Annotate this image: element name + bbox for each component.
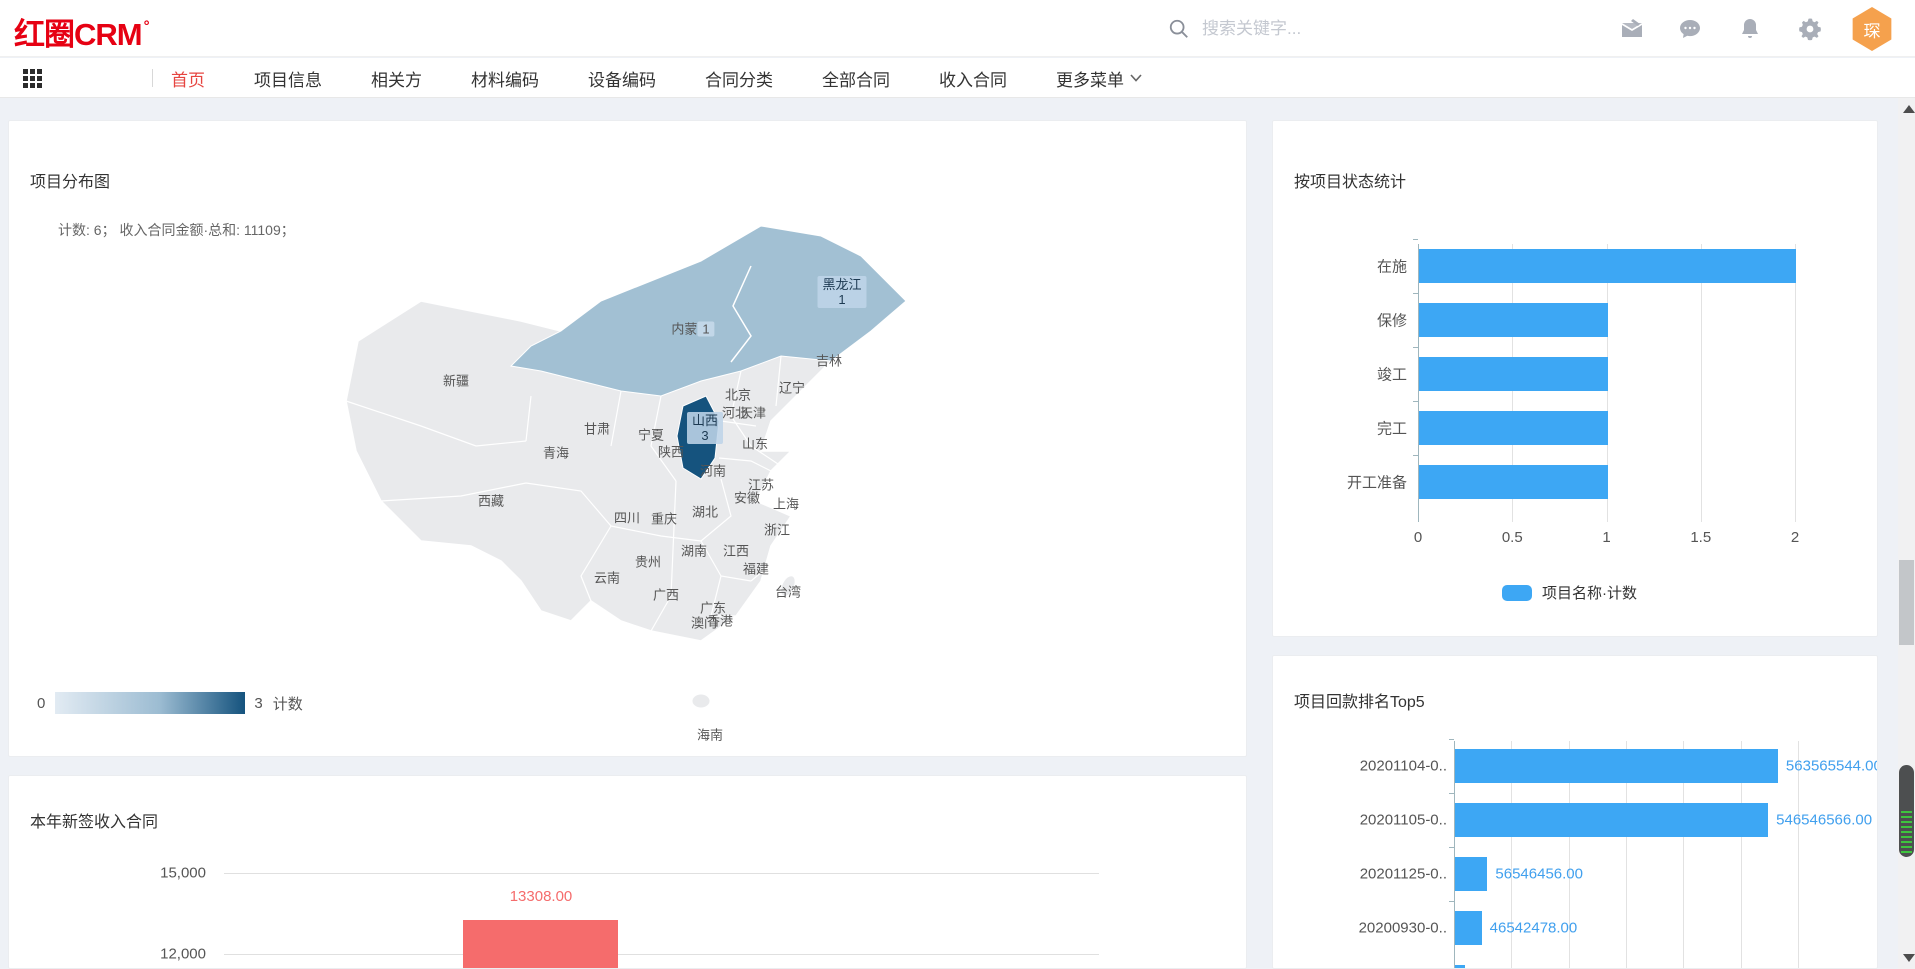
bell-icon[interactable] [1738, 17, 1762, 41]
app-header: 红圈CRM° 琛 [0, 0, 1915, 57]
top5-category: 20201104-0.. [1360, 758, 1447, 775]
gear-icon[interactable] [1798, 17, 1822, 41]
nav-divider [152, 69, 153, 87]
logo-degree-mark: ° [144, 18, 149, 35]
year-bar-value: 13308.00 [510, 888, 573, 905]
main-nav: 首页 项目信息 相关方 材料编码 设备编码 合同分类 全部合同 收入合同 更多菜单 [0, 58, 1915, 98]
top5-gridline [1798, 741, 1799, 969]
top5-value: 546546566.00 [1776, 812, 1872, 829]
year-gridline [224, 954, 1099, 955]
status-xtick: 0 [1414, 529, 1422, 546]
top5-tick [1449, 739, 1454, 740]
map-card-subtitle: 计数: 6； 收入合同金额·总和: 11109； [58, 220, 295, 240]
card-project-map: 项目分布图 计数: 6； 收入合同金额·总和: 11109； 黑龙江1内蒙1吉林… [8, 120, 1247, 757]
card-status-stats: 按项目状态统计 0 0.5 1 1.5 2 在施保修竣工完工开工准备 项目名称·计数 [1272, 120, 1878, 637]
chat-icon[interactable] [1678, 17, 1702, 41]
nav-item-income-contracts[interactable]: 收入合同 [939, 66, 1007, 91]
status-category: 保修 [1377, 310, 1407, 331]
top5-bar[interactable] [1455, 911, 1482, 945]
status-bar[interactable] [1419, 357, 1608, 391]
nav-item-more-menu[interactable]: 更多菜单 [1056, 66, 1142, 91]
status-tick [1413, 347, 1418, 348]
status-chart-legend[interactable]: 项目名称·计数 [1502, 582, 1637, 603]
search-icon[interactable] [1168, 18, 1190, 40]
map-legend-gradient[interactable] [55, 692, 245, 714]
card-year-contract: 本年新签收入合同 15,000 12,000 13308.00 [8, 775, 1247, 969]
nav-item-all-contracts[interactable]: 全部合同 [822, 66, 890, 91]
chevron-down-icon [1130, 74, 1142, 82]
map-region-hainan [692, 694, 710, 708]
status-bar[interactable] [1419, 303, 1608, 337]
scrollbar-down-arrow[interactable] [1903, 954, 1915, 962]
nav-item-material-code[interactable]: 材料编码 [471, 66, 539, 91]
year-ytick: 12,000 [136, 946, 206, 963]
user-avatar[interactable]: 琛 [1850, 7, 1894, 51]
status-tick [1413, 455, 1418, 456]
top5-category: 20201105-0.. [1360, 812, 1447, 829]
year-bar[interactable] [463, 920, 618, 969]
app-logo[interactable]: 红圈CRM° [14, 9, 149, 54]
scrollbar-thumb[interactable] [1899, 560, 1914, 645]
card-payment-top5: 项目回款排名Top5 20201104-0.. 563565544.00 20201… [1272, 655, 1878, 969]
status-tick [1413, 239, 1418, 240]
logo-text: 红圈CRM [14, 17, 142, 52]
china-map[interactable] [281, 196, 961, 756]
nav-item-related-party[interactable]: 相关方 [371, 66, 422, 91]
status-category: 在施 [1377, 256, 1407, 277]
scrollbar-up-arrow[interactable] [1903, 105, 1915, 113]
nav-item-contract-category[interactable]: 合同分类 [705, 66, 773, 91]
top5-category: 20200930-0.. [1359, 920, 1447, 937]
year-chart-title: 本年新签收入合同 [30, 808, 158, 832]
map-legend-min: 0 [37, 695, 45, 712]
top5-bar[interactable] [1455, 749, 1778, 783]
top5-tick [1449, 847, 1454, 848]
status-xtick: 1 [1602, 529, 1610, 546]
status-category: 开工准备 [1347, 472, 1407, 493]
top5-bar[interactable] [1455, 803, 1768, 837]
top5-chart-title: 项目回款排名Top5 [1294, 688, 1425, 712]
status-gridline [1701, 244, 1702, 522]
status-gridline [1795, 244, 1796, 522]
nav-menu: 首页 项目信息 相关方 材料编码 设备编码 合同分类 全部合同 收入合同 更多菜单 [171, 58, 1142, 98]
year-gridline [224, 873, 1099, 874]
map-legend-label: 计数 [273, 693, 303, 714]
global-search [1168, 12, 1588, 46]
map-region-taiwan [778, 573, 798, 598]
map-legend-max: 3 [254, 695, 262, 712]
apps-grid-icon[interactable] [23, 69, 42, 88]
status-xtick: 1.5 [1690, 529, 1711, 546]
status-bar[interactable] [1419, 249, 1796, 283]
search-input[interactable] [1202, 19, 1542, 39]
status-xtick: 0.5 [1502, 529, 1523, 546]
legend-swatch [1502, 585, 1532, 601]
nav-item-device-code[interactable]: 设备编码 [588, 66, 656, 91]
status-chart-title: 按项目状态统计 [1294, 168, 1406, 192]
top5-value: 46542478.00 [1490, 920, 1578, 937]
avatar-text: 琛 [1864, 17, 1881, 42]
top5-tick [1449, 793, 1454, 794]
map-legend: 0 3 计数 [37, 691, 303, 715]
status-bar[interactable] [1419, 411, 1608, 445]
scroll-recorder-indicator [1899, 765, 1914, 857]
status-tick [1413, 401, 1418, 402]
status-category: 完工 [1377, 418, 1407, 439]
nav-item-project-info[interactable]: 项目信息 [254, 66, 322, 91]
map-region-inner-mongolia-heilongjiang [511, 226, 906, 396]
status-xtick: 2 [1791, 529, 1799, 546]
top5-category: 20201125-0.. [1360, 866, 1447, 883]
top5-tick [1449, 901, 1454, 902]
mail-icon[interactable] [1620, 17, 1644, 41]
top5-bar-partial[interactable] [1455, 965, 1465, 969]
map-card-title: 项目分布图 [30, 168, 110, 192]
year-ytick: 15,000 [136, 865, 206, 882]
top5-bar[interactable] [1455, 857, 1487, 891]
status-tick [1413, 293, 1418, 294]
top5-value: 56546456.00 [1495, 866, 1583, 883]
legend-label: 项目名称·计数 [1542, 582, 1637, 603]
top5-value: 563565544.00 [1786, 758, 1878, 775]
status-category: 竣工 [1377, 364, 1407, 385]
nav-item-home[interactable]: 首页 [171, 66, 205, 91]
status-bar[interactable] [1419, 465, 1608, 499]
